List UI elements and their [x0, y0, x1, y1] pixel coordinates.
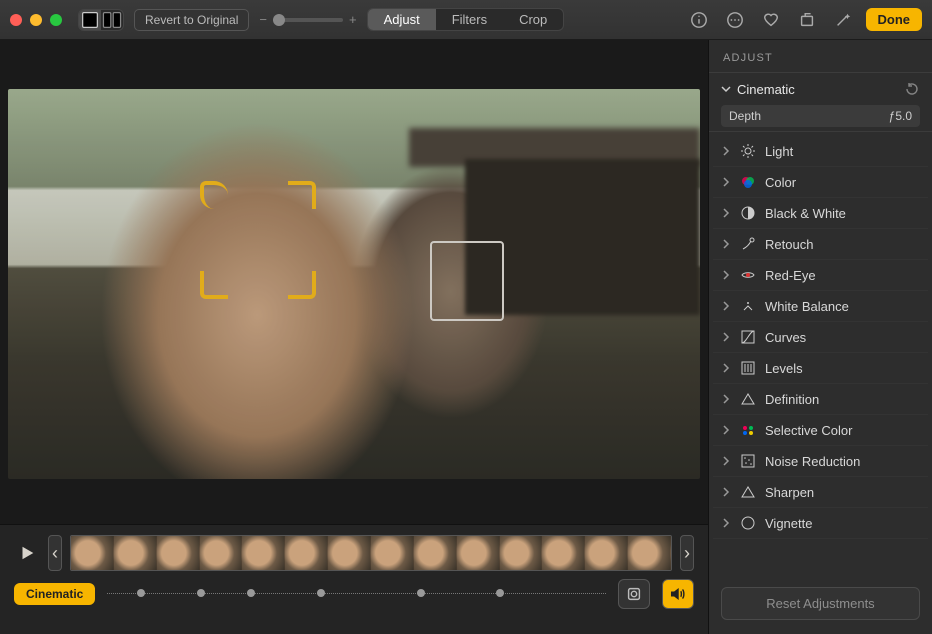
- adjustment-vignette[interactable]: Vignette: [713, 508, 928, 539]
- chevron-right-icon: [721, 208, 731, 218]
- chevron-right-icon: [721, 487, 731, 497]
- trim-end-handle[interactable]: ›: [680, 535, 694, 571]
- sharpen-icon: [739, 483, 757, 501]
- adjustment-label: Selective Color: [765, 423, 852, 438]
- trim-start-handle[interactable]: ‹: [48, 535, 62, 571]
- adjustment-curves[interactable]: Curves: [713, 322, 928, 353]
- chevron-right-icon: [721, 425, 731, 435]
- primary-focus-bracket[interactable]: [200, 181, 316, 299]
- done-button[interactable]: Done: [866, 8, 923, 31]
- focus-lock-button[interactable]: [618, 579, 650, 609]
- panel-header: ADJUST: [709, 40, 932, 73]
- more-icon[interactable]: [722, 8, 748, 32]
- adjustment-definition[interactable]: Definition: [713, 384, 928, 415]
- chevron-right-icon: [721, 394, 731, 404]
- depth-value: ƒ5.0: [889, 109, 912, 123]
- auto-enhance-icon[interactable]: [830, 8, 856, 32]
- adjustment-label: Sharpen: [765, 485, 814, 500]
- adjustment-selective-color[interactable]: Selective Color: [713, 415, 928, 446]
- chevron-right-icon: [721, 332, 731, 342]
- adjustment-light[interactable]: Light: [713, 136, 928, 167]
- tab-filters[interactable]: Filters: [436, 9, 503, 30]
- levels-icon: [739, 359, 757, 377]
- adjustment-label: Red-Eye: [765, 268, 816, 283]
- adjustment-label: Black & White: [765, 206, 846, 221]
- retouch-icon: [739, 235, 757, 253]
- tab-adjust[interactable]: Adjust: [368, 9, 436, 30]
- chevron-right-icon: [721, 177, 731, 187]
- cinematic-mode-button[interactable]: Cinematic: [14, 583, 95, 605]
- adjustment-label: Noise Reduction: [765, 454, 860, 469]
- split-view-icon[interactable]: [101, 10, 123, 30]
- adjustment-label: Definition: [765, 392, 819, 407]
- chevron-down-icon[interactable]: [721, 84, 731, 94]
- cinematic-label: Cinematic: [737, 82, 898, 97]
- favorite-icon[interactable]: [758, 8, 784, 32]
- adjustment-levels[interactable]: Levels: [713, 353, 928, 384]
- chevron-right-icon: [721, 239, 731, 249]
- adjust-panel: ADJUST Cinematic Depth ƒ5.0 Light Color Bl…: [708, 40, 932, 634]
- adjustment-label: White Balance: [765, 299, 849, 314]
- timeline-filmstrip[interactable]: [70, 535, 672, 571]
- zoom-control[interactable]: − +: [259, 12, 356, 27]
- black-white-icon: [739, 204, 757, 222]
- chevron-right-icon: [721, 363, 731, 373]
- zoom-out-icon[interactable]: −: [259, 12, 267, 27]
- fullscreen-window-button[interactable]: [50, 14, 62, 26]
- selective-color-icon: [739, 421, 757, 439]
- edit-mode-tabs: Adjust Filters Crop: [367, 8, 565, 31]
- toolbar: Revert to Original − + Adjust Filters Cr…: [0, 0, 932, 40]
- cinematic-section: Cinematic Depth ƒ5.0: [709, 73, 932, 132]
- noise-reduction-icon: [739, 452, 757, 470]
- zoom-in-icon[interactable]: +: [349, 12, 357, 27]
- adjustment-label: Vignette: [765, 516, 812, 531]
- tab-crop[interactable]: Crop: [503, 9, 563, 30]
- view-mode-toggle[interactable]: [78, 9, 124, 31]
- transport-bar: ‹ › Cinematic: [0, 524, 708, 634]
- adjustment-retouch[interactable]: Retouch: [713, 229, 928, 260]
- adjustment-black-white[interactable]: Black & White: [713, 198, 928, 229]
- definition-icon: [739, 390, 757, 408]
- adjustment-label: Levels: [765, 361, 803, 376]
- chevron-right-icon: [721, 518, 731, 528]
- chevron-right-icon: [721, 146, 731, 156]
- adjustment-label: Color: [765, 175, 796, 190]
- chevron-right-icon: [721, 301, 731, 311]
- chevron-right-icon: [721, 270, 731, 280]
- adjustment-label: Light: [765, 144, 793, 159]
- video-preview[interactable]: [8, 89, 700, 479]
- rotate-icon[interactable]: [794, 8, 820, 32]
- adjustment-color[interactable]: Color: [713, 167, 928, 198]
- light-icon: [739, 142, 757, 160]
- editor-stage: ‹ › Cinematic: [0, 40, 708, 634]
- vignette-icon: [739, 514, 757, 532]
- audio-toggle-button[interactable]: [662, 579, 694, 609]
- zoom-slider[interactable]: [273, 18, 343, 22]
- close-window-button[interactable]: [10, 14, 22, 26]
- adjustment-label: Curves: [765, 330, 806, 345]
- secondary-focus-bracket[interactable]: [430, 241, 504, 321]
- adjustment-noise-reduction[interactable]: Noise Reduction: [713, 446, 928, 477]
- depth-row[interactable]: Depth ƒ5.0: [721, 105, 920, 127]
- red-eye-icon: [739, 266, 757, 284]
- curves-icon: [739, 328, 757, 346]
- adjustment-red-eye[interactable]: Red-Eye: [713, 260, 928, 291]
- depth-label: Depth: [729, 109, 761, 123]
- info-icon[interactable]: [686, 8, 712, 32]
- revert-to-original-button[interactable]: Revert to Original: [134, 9, 249, 31]
- chevron-right-icon: [721, 456, 731, 466]
- window-controls: [10, 14, 62, 26]
- adjustment-white-balance[interactable]: White Balance: [713, 291, 928, 322]
- adjustment-sharpen[interactable]: Sharpen: [713, 477, 928, 508]
- adjustments-list: Light Color Black & White Retouch Red-Eye Whi…: [709, 132, 932, 573]
- minimize-window-button[interactable]: [30, 14, 42, 26]
- adjustment-label: Retouch: [765, 237, 813, 252]
- reset-adjustments-button[interactable]: Reset Adjustments: [721, 587, 920, 620]
- play-button[interactable]: [14, 540, 40, 566]
- focus-scrub-track[interactable]: [107, 587, 606, 601]
- reset-cinematic-icon[interactable]: [904, 81, 920, 97]
- single-view-icon[interactable]: [79, 10, 101, 30]
- white-balance-icon: [739, 297, 757, 315]
- color-icon: [739, 173, 757, 191]
